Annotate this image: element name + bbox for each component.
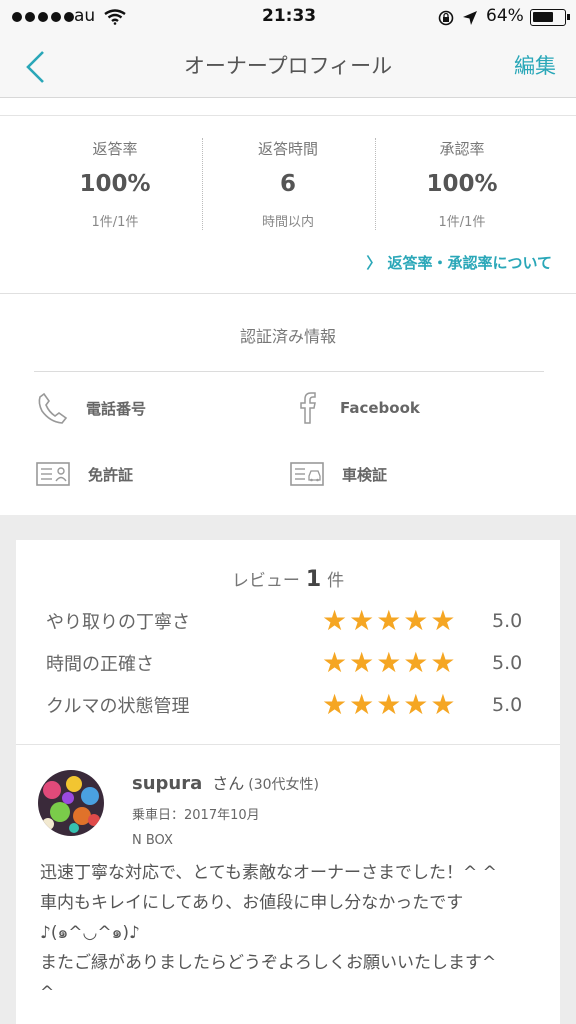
verified-label: Facebook [340,399,420,417]
stat-approval-rate: 承認率 100% 1件/1件 [377,138,547,230]
edit-button[interactable]: 編集 [514,50,556,80]
stat-value: 100% [79,171,151,197]
stat-response-time: 返答時間 6 時間以内 [203,138,373,230]
verified-phone: 電話番号 [36,391,146,425]
rating-row: 時間の正確さ ★★★★★ 5.0 [46,648,526,678]
verified-label: 車検証 [342,465,388,484]
rating-label: クルマの状態管理 [46,696,190,717]
reviewer-name-line: supura さん (30代女性) [132,770,319,794]
stat-value: 6 [279,171,296,197]
navigation-bar: オーナープロフィール 編集 [0,36,576,98]
rating-score: 5.0 [492,652,523,674]
review-line: またご縁がありましたらどうぞよろしくお願いいたします^ [40,953,497,973]
page-title: オーナープロフィール [183,54,393,78]
verified-facebook: Facebook [292,391,420,425]
rating-row: やり取りの丁寧さ ★★★★★ 5.0 [46,606,526,636]
response-stats: 返答率 100% 1件/1件 返答時間 6 時間以内 承認率 100% 1件/1… [0,116,576,294]
rating-score: 5.0 [492,610,523,632]
stat-label: 承認率 [439,140,485,158]
location-arrow-icon [463,11,477,25]
stat-sub: 1件/1件 [438,215,486,230]
verified-vehicle-inspection: 車検証 [290,461,387,487]
stat-sub: 時間以内 [261,215,314,230]
clock: 21:33 [262,6,317,26]
review-text: 迅速丁寧な対応で、とても素敵なオーナーさまでした！^ ^ 車内もキレイにしてあり… [40,858,540,1008]
stat-response-rate: 返答率 100% 1件/1件 [30,138,200,230]
review-line: 車内もキレイにしてあり、お値段に申し分なかったです [40,893,464,913]
stat-value: 100% [426,171,498,197]
divider [34,371,544,372]
signal-strength-icon [12,12,74,22]
star-rating: ★★★★★ [322,604,458,637]
stat-sub: 1件/1件 [91,215,139,230]
review-line: ♪(๑^◡^๑)♪ [40,923,140,943]
verified-info-section: 認証済み情報 電話番号 Facebook 免許証 車検証 [0,295,576,515]
ride-date: 乗車日：2017年10月 [132,808,260,823]
reviews-count: 1 [305,567,322,592]
reviewer-honorific: さん [212,774,245,793]
reviewer-info: supura さん (30代女性) 乗車日：2017年10月 N BOX [132,770,319,848]
battery-icon [530,9,570,26]
verified-label: 電話番号 [86,399,147,418]
review-line: ^ [40,983,55,1003]
review-line: 迅速丁寧な対応で、とても素敵なオーナーさまでした！^ ^ [40,863,497,883]
chevron-right-icon: 〉 [366,254,382,272]
car-model: N BOX [132,833,173,848]
carrier-label: au [74,6,96,26]
reviews-prefix: レビュー [231,571,300,591]
divider [16,744,560,745]
phone-icon [38,392,68,424]
rate-info-label: 返答率・承認率について [387,254,552,272]
facebook-icon [300,392,316,424]
rating-row: クルマの状態管理 ★★★★★ 5.0 [46,690,526,720]
rating-label: 時間の正確さ [46,654,154,675]
rating-label: やり取りの丁寧さ [46,612,190,633]
rate-info-link[interactable]: 〉返答率・承認率について [366,252,552,273]
reviews-card: レビュー 1 件 やり取りの丁寧さ ★★★★★ 5.0 時間の正確さ ★★★★★ 5… [16,540,560,1024]
battery-percent: 64% [486,6,524,26]
reviewer-name[interactable]: supura [132,773,202,794]
star-rating: ★★★★★ [322,646,458,679]
verified-license: 免許証 [36,461,133,487]
rotation-lock-icon [438,10,454,26]
stat-label: 返答時間 [257,140,318,158]
status-bar: au 21:33 64% [0,0,576,36]
star-rating: ★★★★★ [322,688,458,721]
reviews-count-title: レビュー 1 件 [16,566,560,592]
avatar[interactable] [38,770,104,836]
section-title: 認証済み情報 [239,327,336,346]
reviews-suffix: 件 [327,571,345,591]
license-card-icon [36,462,70,486]
divider [375,138,376,230]
verified-label: 免許証 [88,465,134,484]
vehicle-inspection-icon [290,462,324,486]
rating-score: 5.0 [492,694,523,716]
reviewer-age: (30代女性) [248,777,320,793]
stat-label: 返答率 [92,140,138,158]
section-spacer [0,98,576,116]
wifi-icon [104,9,126,25]
